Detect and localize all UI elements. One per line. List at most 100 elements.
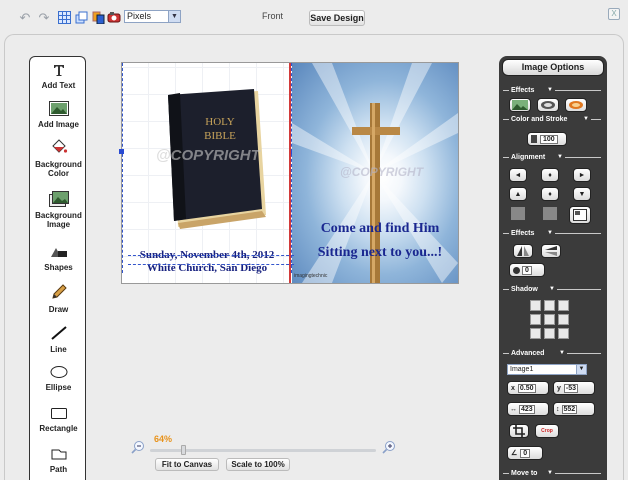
align-left-button[interactable]: ◄ (509, 168, 527, 182)
x-value[interactable]: 0.50 (517, 383, 536, 393)
distribute-left-icon[interactable] (511, 207, 525, 220)
width-stepper[interactable]: ↔ 423 (507, 402, 549, 416)
resize-handle[interactable] (119, 149, 124, 154)
y-label: y (557, 384, 561, 392)
zoom-out-icon[interactable] (131, 440, 145, 454)
effect-grayscale-button[interactable] (537, 98, 559, 112)
crop-button[interactable] (509, 424, 529, 438)
advanced-section[interactable]: Advanced ▼ (503, 349, 603, 358)
shadow-direction-grid[interactable] (530, 300, 570, 340)
undo-icon[interactable]: ↶ (18, 11, 32, 24)
redo-icon[interactable]: ↷ (37, 11, 51, 24)
x-position-stepper[interactable]: x 0.50 (507, 381, 549, 395)
units-select[interactable]: Pixels ▼ (124, 10, 181, 23)
rectangle-label: Rectangle (39, 424, 78, 433)
center-guide (289, 63, 291, 283)
line-tool[interactable]: Line (30, 325, 87, 354)
ellipse-tool[interactable]: Ellipse (30, 365, 87, 392)
stroke-width-value[interactable]: 100 (540, 134, 558, 144)
move-to-section[interactable]: Move to ▼ (503, 469, 603, 478)
invite-line-2[interactable]: Sitting next to you...! (300, 245, 460, 261)
flip-horizontal-button[interactable] (513, 244, 533, 258)
distribute-right-icon[interactable] (543, 207, 557, 220)
flip-vertical-icon (545, 246, 557, 256)
alignment-label: Alignment (511, 154, 546, 161)
shadow-dir-cell[interactable] (530, 300, 541, 311)
design-canvas[interactable]: HOLY BIBLE @COPYRIGHT @COPYRIGHT Sunday,… (119, 62, 460, 284)
color-stroke-section[interactable]: Color and Stroke ▼ (503, 115, 603, 124)
background-image-tool[interactable]: Background Image (30, 191, 87, 229)
add-image-tool[interactable]: Add Image (30, 101, 87, 129)
effect-normal-button[interactable] (509, 98, 531, 112)
preview-icon[interactable] (107, 11, 121, 24)
align-top-button[interactable]: ▲ (509, 187, 527, 201)
zoom-slider-thumb[interactable] (181, 445, 186, 455)
rotate-stepper[interactable]: ∠ 0 (507, 446, 543, 460)
effect-sepia-button[interactable] (565, 98, 587, 112)
text-tool-icon (30, 63, 87, 79)
effects-section[interactable]: Effects ▼ (503, 86, 603, 95)
chevron-down-icon: ▼ (557, 154, 563, 160)
align-center-button[interactable]: ♦ (541, 168, 559, 182)
image-credit: imagingtechnic (294, 273, 328, 279)
layer-select[interactable]: Image1 ▼ (507, 364, 587, 375)
height-arrows-icon: ↕ (556, 405, 560, 413)
align-right-button[interactable]: ► (573, 168, 591, 182)
bring-front-icon[interactable] (91, 11, 105, 24)
layers-icon[interactable] (74, 11, 88, 24)
shadow-dir-cell[interactable] (558, 300, 569, 311)
blur-icon (513, 266, 520, 274)
invite-line-1[interactable]: Come and find Him (300, 221, 460, 237)
shadow-dir-cell[interactable] (544, 314, 555, 325)
rotate-value[interactable]: 0 (520, 448, 531, 458)
add-text-tool[interactable]: Add Text (30, 63, 87, 90)
x-label: x (511, 384, 515, 392)
height-stepper[interactable]: ↕ 552 (553, 402, 595, 416)
shadow-section[interactable]: Shadow ▼ (503, 285, 603, 294)
grid-icon[interactable] (57, 11, 71, 24)
background-image-label: Background Image (35, 211, 82, 229)
flip-horizontal-icon (517, 246, 529, 256)
rectangle-tool[interactable]: Rectangle (30, 406, 87, 433)
fit-page-button[interactable] (569, 206, 591, 224)
draw-tool[interactable]: Draw (30, 283, 87, 314)
fit-to-canvas-button[interactable]: Fit to Canvas (155, 458, 219, 471)
blur-value[interactable]: 0 (522, 265, 532, 275)
alignment-section[interactable]: Alignment ▼ (503, 153, 603, 162)
align-bottom-button[interactable]: ▼ (573, 187, 591, 201)
y-position-stepper[interactable]: y -53 (553, 381, 595, 395)
background-color-tool[interactable]: Background Color (30, 139, 87, 178)
save-design-button[interactable]: Save Design (309, 10, 365, 26)
stroke-width-stepper[interactable]: 100 (527, 132, 567, 146)
stroke-color-swatch[interactable] (531, 135, 537, 143)
shadow-dir-cell[interactable] (544, 328, 555, 339)
path-tool[interactable]: Path (30, 447, 87, 474)
top-toolbar: ↶ ↷ Pixels ▼ Front Save Design X (0, 0, 628, 34)
shapes-tool[interactable]: Shapes (30, 245, 87, 272)
height-value[interactable]: 552 (561, 404, 578, 414)
zoom-in-icon[interactable] (382, 440, 396, 454)
flip-vertical-button[interactable] (541, 244, 561, 258)
shadow-dir-cell[interactable] (544, 300, 555, 311)
blur-stepper[interactable]: 0 (509, 263, 545, 277)
layer-select-value: Image1 (510, 366, 534, 373)
sepia-icon (569, 101, 583, 109)
chevron-down-icon: ▼ (583, 116, 589, 122)
shadow-dir-cell[interactable] (558, 314, 569, 325)
shadow-dir-cell[interactable] (530, 328, 541, 339)
color-stroke-label: Color and Stroke (511, 116, 568, 123)
align-middle-button[interactable]: ♦ (541, 187, 559, 201)
shadow-dir-cell[interactable] (558, 328, 569, 339)
effects-section-2[interactable]: Effects ▼ (503, 229, 603, 238)
watermark-right: @COPYRIGHT (340, 165, 424, 179)
angle-icon: ∠ (511, 450, 518, 457)
y-value[interactable]: -53 (563, 383, 579, 393)
crop-label-button[interactable]: Crop (535, 424, 559, 438)
scale-to-100-button[interactable]: Scale to 100% (226, 458, 290, 471)
width-value[interactable]: 423 (519, 404, 535, 414)
add-text-label: Add Text (41, 81, 76, 90)
close-button[interactable]: X (608, 8, 620, 20)
add-image-label: Add Image (38, 120, 79, 129)
chevron-down-icon: ▼ (547, 470, 553, 476)
shadow-dir-cell[interactable] (530, 314, 541, 325)
